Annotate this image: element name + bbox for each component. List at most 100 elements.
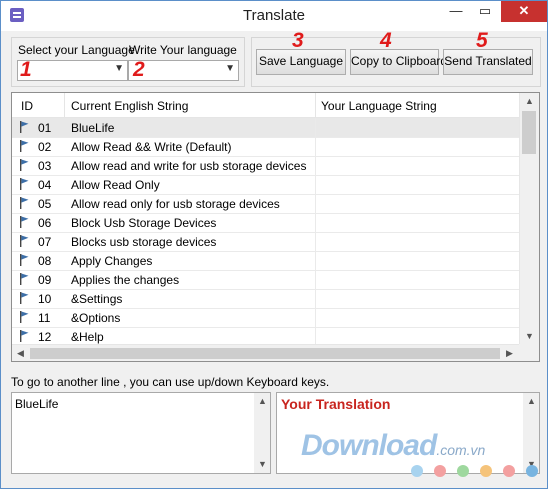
scrollbar-corner bbox=[519, 344, 539, 361]
table-row[interactable]: 07 Blocks usb storage devices bbox=[12, 232, 519, 252]
scroll-left-arrow[interactable]: ◀ bbox=[17, 348, 24, 359]
flag-icon bbox=[20, 330, 29, 342]
close-button[interactable]: ✕ bbox=[501, 1, 547, 22]
row-english-string: Allow read only for usb storage devices bbox=[71, 197, 280, 211]
translation-title: Your Translation bbox=[281, 396, 391, 412]
column-divider bbox=[315, 270, 316, 289]
horizontal-scroll-thumb[interactable] bbox=[30, 348, 500, 359]
column-divider bbox=[315, 308, 316, 327]
watermark-dot bbox=[411, 465, 423, 477]
table-row[interactable]: 06 Block Usb Storage Devices bbox=[12, 213, 519, 233]
table-row[interactable]: 05 Allow read only for usb storage device… bbox=[12, 194, 519, 214]
scroll-up-arrow[interactable]: ▲ bbox=[258, 396, 267, 406]
column-divider[interactable] bbox=[315, 93, 316, 117]
row-id: 02 bbox=[38, 140, 52, 154]
table-row[interactable]: 08 Apply Changes bbox=[12, 251, 519, 271]
select-language-label: Select your Language bbox=[18, 43, 135, 57]
scroll-down-arrow[interactable]: ▼ bbox=[525, 331, 534, 341]
source-text: BlueLife bbox=[15, 397, 59, 411]
row-english-string: BlueLife bbox=[71, 121, 115, 135]
column-header-id[interactable]: ID bbox=[21, 99, 33, 113]
save-language-button[interactable]: Save Language bbox=[256, 49, 346, 75]
table-row[interactable]: 11 &Options bbox=[12, 308, 519, 328]
row-id: 09 bbox=[38, 273, 52, 287]
select-language-dropdown[interactable]: ▼ bbox=[17, 60, 128, 81]
flag-icon bbox=[20, 197, 29, 209]
row-id: 12 bbox=[38, 330, 52, 344]
watermark-dot bbox=[457, 465, 469, 477]
table-row[interactable]: 01 BlueLife bbox=[12, 118, 519, 138]
flag-icon bbox=[20, 121, 29, 133]
table-row[interactable]: 09 Applies the changes bbox=[12, 270, 519, 290]
table-row[interactable]: 10 &Settings bbox=[12, 289, 519, 309]
list-header: ID Current English String Your Language … bbox=[12, 93, 519, 118]
row-id: 04 bbox=[38, 178, 52, 192]
flag-icon bbox=[20, 273, 29, 285]
chevron-down-icon: ▼ bbox=[114, 63, 124, 74]
row-id: 03 bbox=[38, 159, 52, 173]
flag-icon bbox=[20, 178, 29, 190]
source-scrollbar[interactable]: ▲ ▼ bbox=[254, 393, 270, 473]
scroll-up-arrow[interactable]: ▲ bbox=[527, 396, 536, 406]
source-text-box[interactable]: BlueLife ▲ ▼ bbox=[11, 392, 271, 474]
flag-icon bbox=[20, 311, 29, 323]
strings-list[interactable]: ID Current English String Your Language … bbox=[11, 92, 540, 362]
table-row[interactable]: 02 Allow Read && Write (Default) bbox=[12, 137, 519, 157]
minimize-button[interactable]: — bbox=[441, 1, 471, 22]
vertical-scroll-thumb[interactable] bbox=[522, 111, 536, 154]
row-id: 07 bbox=[38, 235, 52, 249]
column-divider bbox=[315, 213, 316, 232]
column-divider bbox=[315, 175, 316, 194]
annotation-1: 1 bbox=[20, 58, 32, 81]
scroll-up-arrow[interactable]: ▲ bbox=[525, 96, 534, 106]
row-english-string: &Options bbox=[71, 311, 121, 325]
chevron-down-icon: ▼ bbox=[225, 63, 235, 74]
watermark-dot bbox=[526, 465, 538, 477]
column-divider bbox=[315, 232, 316, 251]
column-header-translation[interactable]: Your Language String bbox=[321, 99, 437, 113]
row-english-string: Blocks usb storage devices bbox=[71, 235, 217, 249]
watermark-domain: .com.vn bbox=[436, 442, 486, 458]
maximize-button[interactable]: ▭ bbox=[471, 1, 499, 22]
action-group: 3 4 5 Save Language Copy to Clipboard Se… bbox=[251, 29, 541, 87]
copy-to-clipboard-button[interactable]: Copy to Clipboard bbox=[350, 49, 447, 75]
row-english-string: Block Usb Storage Devices bbox=[71, 216, 217, 230]
vertical-scrollbar[interactable]: ▲ ▼ bbox=[519, 93, 539, 344]
row-english-string: &Help bbox=[71, 330, 104, 344]
send-translated-button[interactable]: Send Translated bbox=[443, 49, 533, 75]
flag-icon bbox=[20, 140, 29, 152]
row-english-string: Apply Changes bbox=[71, 254, 153, 268]
column-divider[interactable] bbox=[64, 93, 65, 117]
flag-icon bbox=[20, 254, 29, 266]
scroll-down-arrow[interactable]: ▼ bbox=[258, 459, 267, 469]
horizontal-scrollbar[interactable]: ◀ ▶ bbox=[12, 344, 519, 361]
column-header-english[interactable]: Current English String bbox=[71, 99, 188, 113]
flag-icon bbox=[20, 216, 29, 228]
watermark-dot bbox=[480, 465, 492, 477]
row-id: 08 bbox=[38, 254, 52, 268]
table-row[interactable]: 04 Allow Read Only bbox=[12, 175, 519, 195]
row-english-string: Allow read and write for usb storage dev… bbox=[71, 159, 307, 173]
row-english-string: &Settings bbox=[71, 292, 123, 306]
row-id: 06 bbox=[38, 216, 52, 230]
title-bar[interactable]: Translate — ▭ ✕ bbox=[1, 1, 547, 31]
watermark-dot bbox=[434, 465, 446, 477]
scroll-right-arrow[interactable]: ▶ bbox=[506, 348, 513, 359]
column-divider bbox=[315, 156, 316, 175]
row-english-string: Applies the changes bbox=[71, 273, 180, 287]
language-group: Select your Language Write Your language… bbox=[11, 37, 245, 87]
row-english-string: Allow Read Only bbox=[71, 178, 160, 192]
annotation-2: 2 bbox=[133, 58, 145, 81]
flag-icon bbox=[20, 235, 29, 247]
table-row[interactable]: 03 Allow read and write for usb storage d… bbox=[12, 156, 519, 176]
write-language-label: Write Your language bbox=[129, 43, 237, 57]
column-divider bbox=[315, 289, 316, 308]
watermark-text: Download bbox=[301, 429, 437, 462]
column-divider bbox=[315, 118, 316, 137]
column-divider bbox=[315, 251, 316, 270]
translation-scrollbar[interactable]: ▲ ▼ bbox=[523, 393, 539, 473]
flag-icon bbox=[20, 292, 29, 304]
watermark-logo: Download.com.vn bbox=[301, 429, 485, 463]
row-id: 05 bbox=[38, 197, 52, 211]
row-english-string: Allow Read && Write (Default) bbox=[71, 140, 232, 154]
